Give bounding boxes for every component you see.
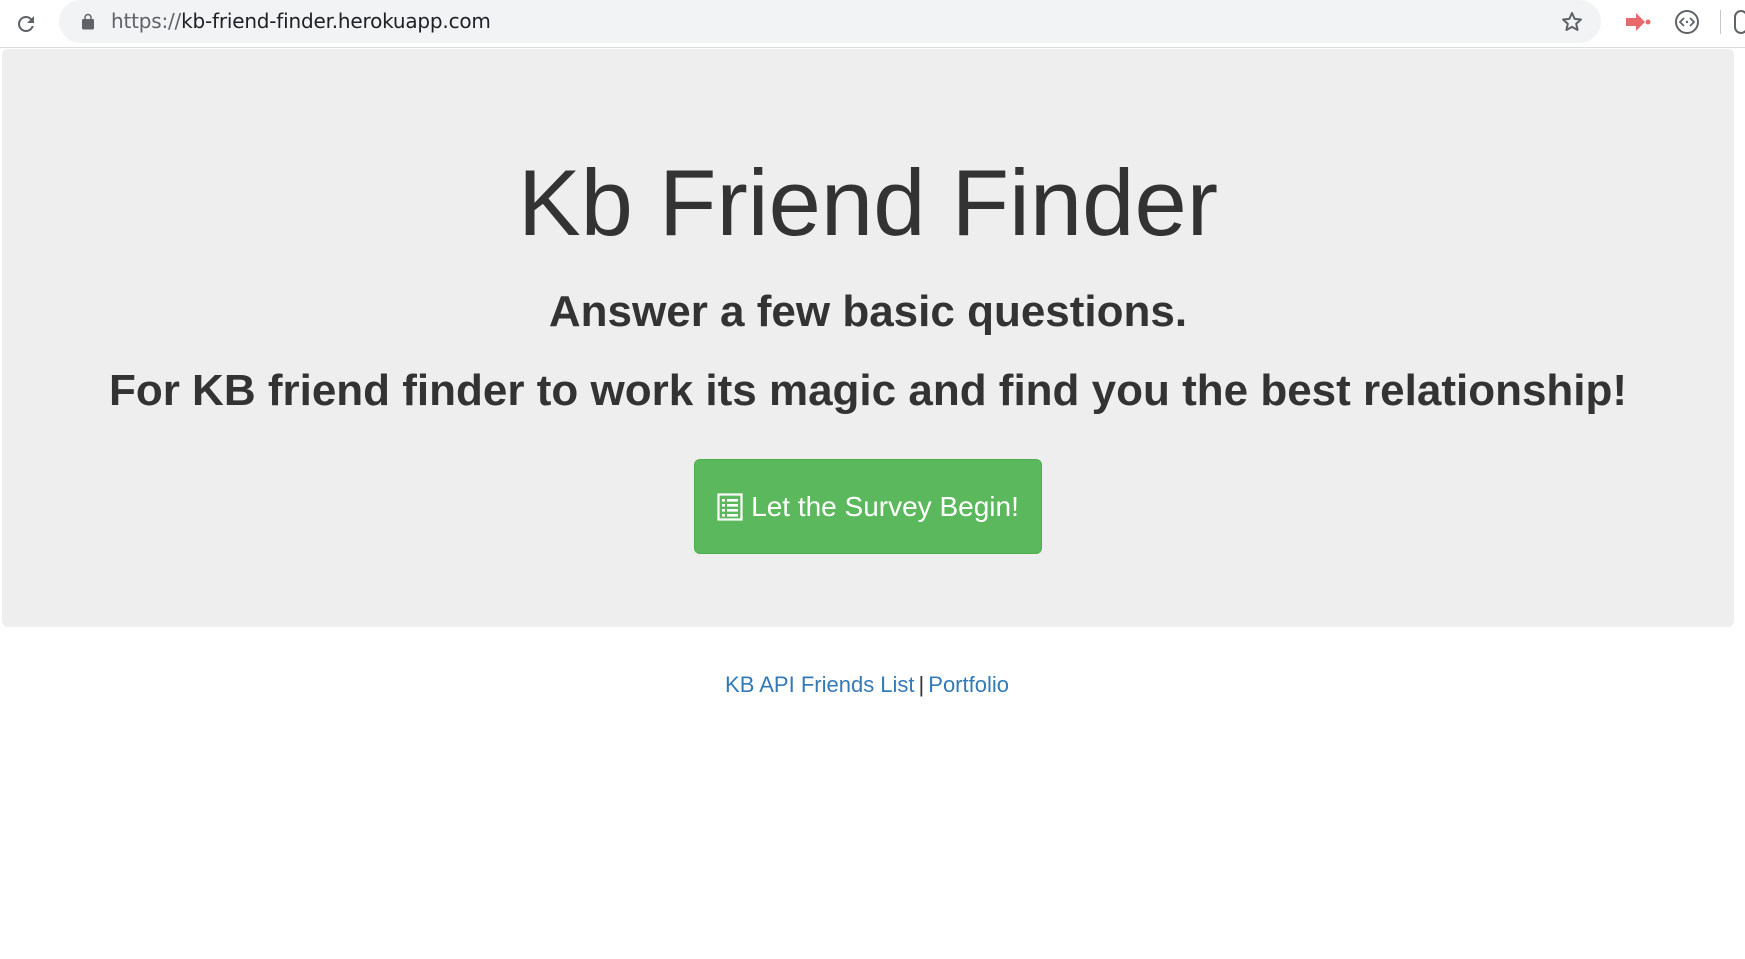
page-subtitle: Answer a few basic questions.: [548, 287, 1188, 336]
jumbotron: Kb Friend Finder Answer a few basic ques…: [2, 49, 1734, 627]
page-tagline: For KB friend finder to work its magic a…: [108, 366, 1628, 415]
list-alt-icon: [717, 492, 743, 521]
reload-icon[interactable]: [12, 10, 40, 38]
url-scheme: https://: [111, 9, 182, 33]
extension-code-icon[interactable]: [1673, 8, 1701, 36]
footer-separator: |: [918, 672, 925, 697]
browser-toolbar: https://kb-friend-finder.herokuapp.com: [0, 0, 1745, 48]
start-survey-label: Let the Survey Begin!: [751, 490, 1019, 522]
portfolio-link[interactable]: Portfolio: [928, 672, 1009, 697]
url-host: kb-friend-finder.herokuapp.com: [181, 9, 491, 33]
star-icon[interactable]: [1559, 9, 1585, 35]
toolbar-divider: [1720, 10, 1721, 34]
profile-icon[interactable]: [1734, 10, 1745, 34]
api-friends-list-link[interactable]: KB API Friends List: [725, 672, 915, 697]
lock-icon: [79, 13, 97, 31]
start-survey-button[interactable]: Let the Survey Begin!: [694, 459, 1042, 554]
url-text: https://kb-friend-finder.herokuapp.com: [111, 0, 491, 43]
page-title: Kb Friend Finder: [517, 150, 1219, 255]
extension-arrow-icon[interactable]: [1623, 9, 1653, 35]
address-bar[interactable]: https://kb-friend-finder.herokuapp.com: [59, 0, 1601, 43]
footer: KB API Friends List | Portfolio: [0, 672, 1734, 698]
